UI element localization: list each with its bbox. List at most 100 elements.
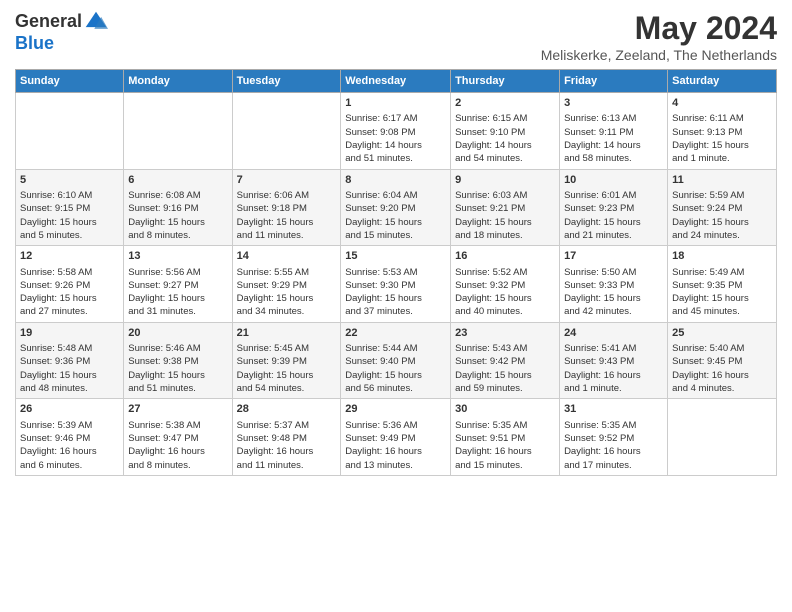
- calendar-cell: 26 Sunrise: 5:39 AMSunset: 9:46 PMDayligh…: [16, 399, 124, 476]
- day-info-line: Sunset: 9:39 PM: [237, 355, 337, 368]
- day-info-line: and 13 minutes.: [345, 459, 446, 472]
- calendar-cell: 10Sunrise: 6:01 AMSunset: 9:23 PMDayligh…: [560, 169, 668, 246]
- day-number: 29: [345, 402, 446, 417]
- day-info-line: Sunrise: 5:39 AM: [20, 419, 119, 432]
- day-info-line: Sunrise: 6:08 AM: [128, 189, 227, 202]
- day-info-line: and 34 minutes.: [237, 305, 337, 318]
- day-info-line: Sunset: 9:46 PM: [20, 432, 119, 445]
- calendar-week-row: 26Sunrise: 5:39 AMSunset: 9:46 PMDayligh…: [16, 399, 777, 476]
- day-info-line: and 58 minutes.: [564, 152, 663, 165]
- calendar-cell: 17Sunrise: 5:50 AMSunset: 9:33 PMDayligh…: [560, 246, 668, 323]
- day-info-line: Daylight: 15 hours: [20, 216, 119, 229]
- calendar-cell: 8Sunrise: 6:04 AMSunset: 9:20 PMDaylight…: [341, 169, 451, 246]
- day-number: 11: [672, 173, 772, 188]
- calendar-cell: 23Sunrise: 5:43 AMSunset: 9:42 PMDayligh…: [451, 322, 560, 399]
- calendar-cell: 24Sunrise: 5:41 AMSunset: 9:43 PMDayligh…: [560, 322, 668, 399]
- day-info-line: Daylight: 16 hours: [564, 369, 663, 382]
- calendar-cell: 20Sunrise: 5:46 AMSunset: 9:38 PMDayligh…: [124, 322, 232, 399]
- day-info-line: and 8 minutes.: [128, 459, 227, 472]
- day-info-line: Sunset: 9:08 PM: [345, 126, 446, 139]
- day-info-line: Sunrise: 5:46 AM: [128, 342, 227, 355]
- calendar-cell: 18Sunrise: 5:49 AMSunset: 9:35 PMDayligh…: [668, 246, 777, 323]
- day-number: 24: [564, 326, 663, 341]
- day-info-line: Sunrise: 5:55 AM: [237, 266, 337, 279]
- day-info-line: and 1 minute.: [564, 382, 663, 395]
- day-info-line: Sunset: 9:30 PM: [345, 279, 446, 292]
- day-info-line: Daylight: 15 hours: [345, 369, 446, 382]
- day-info-line: Daylight: 15 hours: [455, 369, 555, 382]
- day-info-line: Sunrise: 6:10 AM: [20, 189, 119, 202]
- day-info-line: and 8 minutes.: [128, 229, 227, 242]
- calendar-cell: 15Sunrise: 5:53 AMSunset: 9:30 PMDayligh…: [341, 246, 451, 323]
- day-info-line: and 27 minutes.: [20, 305, 119, 318]
- weekday-header-monday: Monday: [124, 70, 232, 93]
- day-number: 18: [672, 249, 772, 264]
- day-info-line: and 1 minute.: [672, 152, 772, 165]
- calendar-cell: 5Sunrise: 6:10 AMSunset: 9:15 PMDaylight…: [16, 169, 124, 246]
- calendar-week-row: 19Sunrise: 5:48 AMSunset: 9:36 PMDayligh…: [16, 322, 777, 399]
- day-number: 10: [564, 173, 663, 188]
- day-info-line: Sunrise: 5:49 AM: [672, 266, 772, 279]
- day-number: 2: [455, 96, 555, 111]
- calendar-cell: 14Sunrise: 5:55 AMSunset: 9:29 PMDayligh…: [232, 246, 341, 323]
- day-info-line: Sunset: 9:21 PM: [455, 202, 555, 215]
- day-info-line: Sunrise: 6:03 AM: [455, 189, 555, 202]
- calendar-cell: 11Sunrise: 5:59 AMSunset: 9:24 PMDayligh…: [668, 169, 777, 246]
- day-info-line: Sunset: 9:42 PM: [455, 355, 555, 368]
- day-info-line: Daylight: 14 hours: [455, 139, 555, 152]
- calendar-cell: 22Sunrise: 5:44 AMSunset: 9:40 PMDayligh…: [341, 322, 451, 399]
- day-info-line: Sunset: 9:15 PM: [20, 202, 119, 215]
- calendar-table: SundayMondayTuesdayWednesdayThursdayFrid…: [15, 69, 777, 476]
- day-info-line: and 24 minutes.: [672, 229, 772, 242]
- day-info-line: Sunset: 9:32 PM: [455, 279, 555, 292]
- calendar-cell: 6Sunrise: 6:08 AMSunset: 9:16 PMDaylight…: [124, 169, 232, 246]
- weekday-header-wednesday: Wednesday: [341, 70, 451, 93]
- logo-general-text: General: [15, 12, 82, 32]
- day-number: 28: [237, 402, 337, 417]
- calendar-cell: 13Sunrise: 5:56 AMSunset: 9:27 PMDayligh…: [124, 246, 232, 323]
- day-info-line: Sunrise: 5:43 AM: [455, 342, 555, 355]
- weekday-header-friday: Friday: [560, 70, 668, 93]
- day-info-line: Daylight: 15 hours: [564, 216, 663, 229]
- day-info-line: Sunset: 9:29 PM: [237, 279, 337, 292]
- calendar-body: 1Sunrise: 6:17 AMSunset: 9:08 PMDaylight…: [16, 93, 777, 476]
- day-info-line: Sunset: 9:35 PM: [672, 279, 772, 292]
- day-info-line: Sunset: 9:38 PM: [128, 355, 227, 368]
- day-info-line: Daylight: 16 hours: [345, 445, 446, 458]
- day-info-line: Sunset: 9:11 PM: [564, 126, 663, 139]
- day-info-line: Daylight: 15 hours: [128, 369, 227, 382]
- day-number: 7: [237, 173, 337, 188]
- day-info-line: Daylight: 16 hours: [20, 445, 119, 458]
- day-info-line: Daylight: 15 hours: [345, 216, 446, 229]
- day-number: 26: [20, 402, 119, 417]
- day-info-line: Daylight: 15 hours: [237, 292, 337, 305]
- day-info-line: Sunset: 9:52 PM: [564, 432, 663, 445]
- day-info-line: Daylight: 15 hours: [345, 292, 446, 305]
- day-info-line: Sunrise: 6:04 AM: [345, 189, 446, 202]
- day-info-line: Sunrise: 5:53 AM: [345, 266, 446, 279]
- day-info-line: Sunrise: 6:06 AM: [237, 189, 337, 202]
- weekday-header-tuesday: Tuesday: [232, 70, 341, 93]
- day-info-line: and 37 minutes.: [345, 305, 446, 318]
- day-info-line: Sunrise: 6:15 AM: [455, 112, 555, 125]
- weekday-header-sunday: Sunday: [16, 70, 124, 93]
- day-number: 17: [564, 249, 663, 264]
- day-info-line: Sunset: 9:36 PM: [20, 355, 119, 368]
- day-info-line: and 56 minutes.: [345, 382, 446, 395]
- day-info-line: Sunrise: 5:44 AM: [345, 342, 446, 355]
- calendar-cell: 4Sunrise: 6:11 AMSunset: 9:13 PMDaylight…: [668, 93, 777, 170]
- calendar-cell: 2Sunrise: 6:15 AMSunset: 9:10 PMDaylight…: [451, 93, 560, 170]
- calendar-cell: 31Sunrise: 5:35 AMSunset: 9:52 PMDayligh…: [560, 399, 668, 476]
- day-number: 9: [455, 173, 555, 188]
- day-info-line: and 15 minutes.: [345, 229, 446, 242]
- calendar-cell: [232, 93, 341, 170]
- day-info-line: Daylight: 15 hours: [564, 292, 663, 305]
- day-info-line: Sunset: 9:45 PM: [672, 355, 772, 368]
- day-info-line: and 18 minutes.: [455, 229, 555, 242]
- day-info-line: Sunrise: 5:56 AM: [128, 266, 227, 279]
- day-info-line: Daylight: 16 hours: [564, 445, 663, 458]
- day-info-line: Daylight: 15 hours: [672, 139, 772, 152]
- day-info-line: Daylight: 15 hours: [128, 292, 227, 305]
- day-info-line: Sunset: 9:20 PM: [345, 202, 446, 215]
- day-info-line: Daylight: 15 hours: [128, 216, 227, 229]
